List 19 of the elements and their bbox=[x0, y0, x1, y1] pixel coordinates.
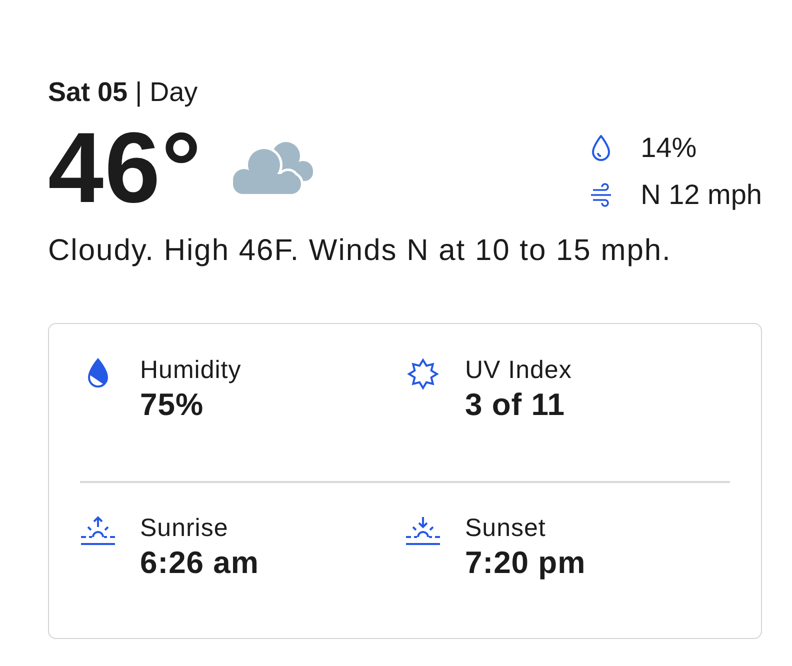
sun-star-icon bbox=[407, 358, 439, 390]
stat-value: N 12 mph bbox=[640, 179, 762, 211]
detail-label: UV Index bbox=[465, 355, 572, 385]
water-drop-icon bbox=[592, 135, 610, 161]
detail-label: Sunset bbox=[465, 512, 546, 542]
detail-label: Sunrise bbox=[140, 512, 228, 542]
forecast-description: Cloudy. High 46F. Winds N at 10 to 15 mph. bbox=[48, 233, 672, 269]
sunrise-icon bbox=[80, 516, 116, 546]
stat-value: 14% bbox=[640, 132, 697, 164]
temperature-text: 46° bbox=[48, 118, 202, 218]
detail-value: 7:20 pm bbox=[465, 544, 586, 580]
detail-value: 3 of 11 bbox=[465, 387, 565, 423]
wind-icon bbox=[590, 183, 612, 207]
detail-value: 75% bbox=[140, 387, 204, 423]
date-heading: Sat 05 | Day bbox=[48, 76, 198, 108]
humidity-drop-icon bbox=[87, 358, 109, 388]
sunset-icon bbox=[405, 516, 441, 546]
detail-value: 6:26 am bbox=[140, 544, 259, 580]
detail-label: Humidity bbox=[140, 355, 242, 385]
